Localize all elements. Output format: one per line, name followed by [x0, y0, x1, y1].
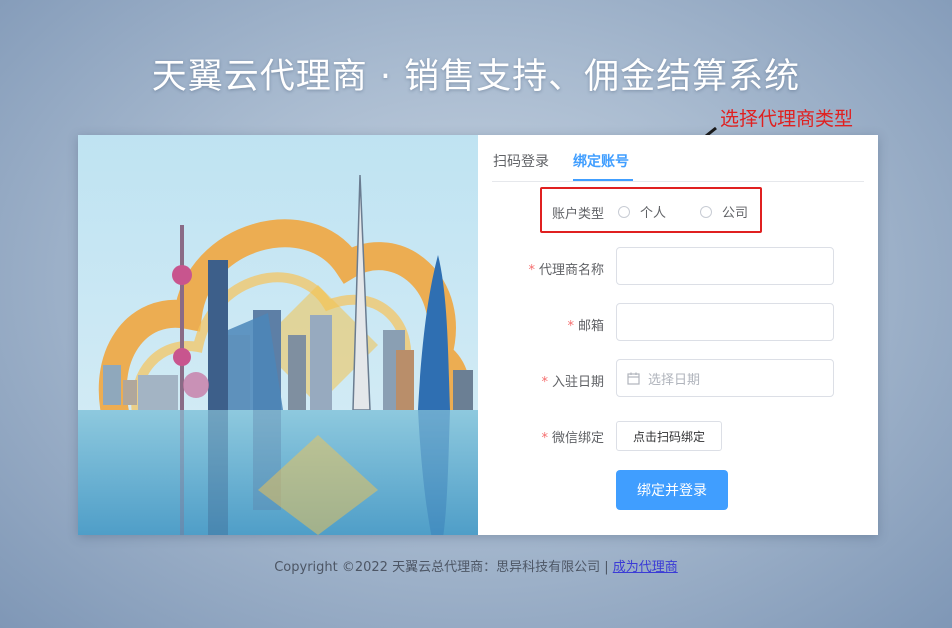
radio-personal[interactable]: 个人 [618, 202, 666, 221]
become-agent-link[interactable]: 成为代理商 [613, 560, 678, 575]
footer: Copyright ©2022 天翼云总代理商：思异科技有限公司 | 成为代理商 [0, 556, 952, 575]
agent-name-label: * 代理商名称 [528, 263, 604, 278]
email-label: * 邮箱 [567, 319, 604, 334]
city-skyline-illustration [78, 135, 478, 535]
bind-and-login-button[interactable]: 绑定并登录 [616, 470, 728, 510]
email-input[interactable] [616, 303, 834, 341]
calendar-icon [627, 372, 640, 385]
account-type-label: 账户类型 [551, 207, 604, 222]
join-date-placeholder: 选择日期 [648, 372, 701, 388]
radio-personal-label: 个人 [640, 206, 667, 221]
page-title: 天翼云代理商 · 销售支持、佣金结算系统 [151, 57, 801, 97]
radio-personal-circle[interactable] [618, 205, 630, 218]
wechat-label: * 微信绑定 [541, 431, 604, 446]
wechat-scan-bind-button[interactable]: 点击扫码绑定 [616, 421, 722, 451]
footer-copyright: Copyright ©2022 天翼云总代理商：思异科技有限公司 | [274, 560, 609, 575]
email-label-text: 邮箱 [577, 319, 604, 334]
login-tabs: 扫码登录 绑定账号 [492, 149, 864, 182]
join-date-picker[interactable]: 选择日期 [616, 359, 834, 397]
bind-account-form: 扫码登录 绑定账号 账户类型 个人 公司 * 代理商名称 * 邮箱 * 入驻日期 选择 [478, 135, 878, 535]
wechat-label-text: 微信绑定 [551, 431, 604, 446]
agent-name-input[interactable] [616, 247, 834, 285]
annotation-text: 选择代理商类型 [720, 108, 854, 130]
tab-qr-login[interactable]: 扫码登录 [493, 151, 549, 171]
radio-company-circle[interactable] [700, 205, 712, 218]
radio-company[interactable]: 公司 [700, 202, 748, 221]
agent-name-label-text: 代理商名称 [538, 263, 604, 278]
tab-bind-account[interactable]: 绑定账号 [573, 151, 629, 171]
active-tab-indicator [573, 179, 633, 181]
login-card: 扫码登录 绑定账号 账户类型 个人 公司 * 代理商名称 * 邮箱 * 入驻日期 选择 [78, 135, 878, 535]
radio-company-label: 公司 [722, 206, 749, 221]
join-date-label-text: 入驻日期 [551, 375, 604, 390]
join-date-label: * 入驻日期 [541, 375, 604, 390]
